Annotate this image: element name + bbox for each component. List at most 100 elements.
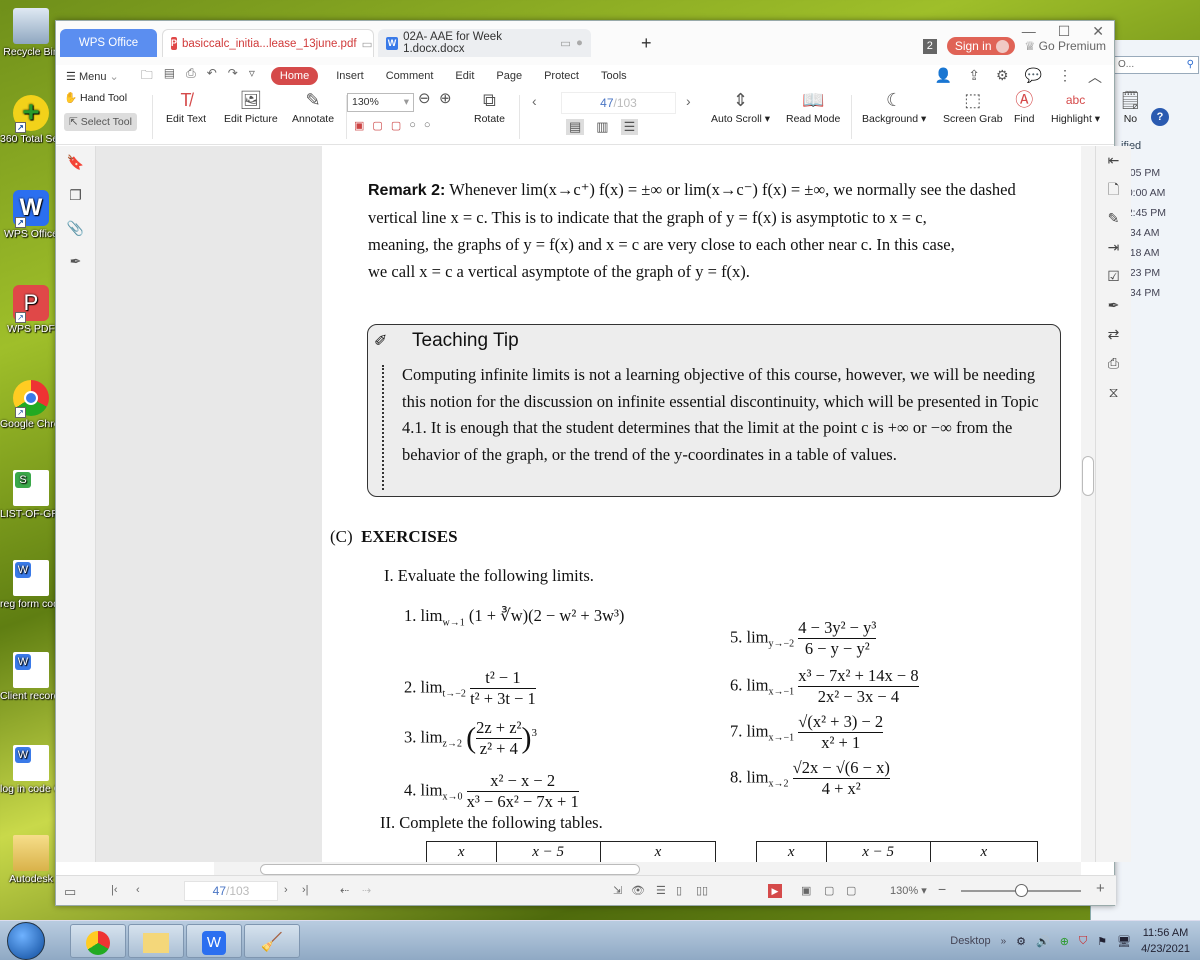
customize-dropdown-icon[interactable]: ▿ [249,66,255,87]
zoom-out-icon[interactable]: − [938,881,946,897]
rotate-left-icon[interactable]: ○ [409,119,416,132]
window-count-badge[interactable]: 2 [922,38,937,54]
redo-icon[interactable]: ↷ [228,66,238,87]
menu-tab-page[interactable]: Page [496,70,522,82]
tray-expand-icon[interactable]: » [1001,936,1007,947]
auto-scroll-button[interactable]: ⇕ Auto Scroll ▾ [711,87,770,125]
network-icon[interactable]: 🖥 [1117,935,1131,948]
more-options-icon[interactable]: ⋮ [1058,67,1072,87]
fit-width-icon[interactable]: ▢ [846,884,856,897]
security-tray-icon[interactable]: ⊕ [1060,935,1069,948]
print-icon[interactable]: ⎙ [186,66,196,87]
status-zoom-select[interactable]: 130% ▾ [890,884,927,897]
tab-wps-office[interactable]: WPS Office [60,29,157,57]
desktop-icon-autodesk[interactable]: Autodesk [0,835,62,885]
compress-icon[interactable]: ⧖ [1096,378,1131,407]
share-user-icon[interactable]: 👤 [935,67,952,87]
actual-size-icon[interactable]: ▣ [354,119,364,132]
screen-grab-button[interactable]: ⬚ Screen Grab [943,87,1003,125]
actual-size-icon[interactable]: ▣ [801,884,811,897]
previous-view-icon[interactable]: ⇠ [340,884,349,897]
compare-icon[interactable]: ⇄ [1096,320,1131,349]
menu-tab-protect[interactable]: Protect [544,70,579,82]
desktop-icon-recycle-bin[interactable]: Recycle Bin [0,8,62,58]
network-error-icon[interactable]: ⚙ [1016,935,1026,948]
attachment-icon[interactable]: 📎 [56,212,95,245]
zoom-select[interactable]: 130% ▾ [347,93,414,112]
annotate-button[interactable]: ✎ Annotate [292,87,334,125]
panel-toggle-icon[interactable]: ▭ [64,884,76,900]
collapse-ribbon-icon[interactable]: ︿ [1088,67,1102,87]
go-premium-button[interactable]: ♕ Go Premium [1025,39,1106,53]
vertical-scroll-thumb[interactable] [1082,456,1094,496]
edit-picture-button[interactable]: 🖼 Edit Picture [224,87,278,125]
menu-tab-edit[interactable]: Edit [455,70,474,82]
open-folder-icon[interactable]: 🗀 [141,66,153,87]
menu-tab-insert[interactable]: Insert [336,70,364,82]
desktop-icon-client-record[interactable]: W Client record Form [0,652,62,702]
sign-icon[interactable]: ✒ [1096,291,1131,320]
read-mode-button[interactable]: 📖 Read Mode [786,87,840,125]
export-pdf-icon[interactable]: ⇥ [1096,233,1131,262]
action-center-flag-icon[interactable]: ⚑ [1097,935,1107,948]
last-page-button[interactable]: ›| [302,884,309,896]
volume-icon[interactable]: 🔊 [1036,935,1050,948]
next-page-button[interactable]: › [284,884,288,896]
eye-protection-icon[interactable]: 👁 [631,884,645,897]
two-page-icon[interactable]: ▥ [596,119,608,135]
create-pdf-icon[interactable]: 🗋 [1096,175,1131,204]
first-page-button[interactable]: |‹ [111,884,118,896]
bookmark-icon[interactable]: 🔖 [56,146,95,179]
taskbar-file-explorer[interactable] [128,924,184,958]
signature-pen-icon[interactable]: ✒ [56,245,95,278]
collapse-panel-icon[interactable]: ⇤ [1096,146,1131,175]
fit-width-icon[interactable]: ▢ [391,119,401,132]
two-page-view-icon[interactable]: ▯▯ [696,884,708,897]
desktop-icon-wps-office[interactable]: W ↗ WPS Office [0,190,62,240]
background-button[interactable]: ☾ Background ▾ [862,87,926,125]
prev-page-button[interactable]: ‹ [532,93,537,109]
desktop-toolbar[interactable]: Desktop [950,935,990,947]
single-page-icon[interactable]: ▤ [566,119,585,135]
undo-icon[interactable]: ↶ [207,66,217,87]
desktop-icon-chrome[interactable]: ↗ Google Chrome [0,380,62,430]
zoom-in-icon[interactable]: + [1096,880,1105,897]
menu-tab-home[interactable]: Home [270,67,319,85]
rotate-button[interactable]: ⧉ Rotate [474,87,505,125]
zoom-slider[interactable] [961,884,1081,897]
single-page-view-icon[interactable]: ▯ [676,884,682,897]
desktop-icon-list-of-graduates[interactable]: S LIST-OF-GRADUATES [0,470,62,520]
save-icon[interactable]: ▤ [164,66,175,87]
explorer-search-input[interactable]: O... ⚲ [1113,56,1199,74]
prev-page-button[interactable]: ‹ [136,884,140,896]
taskbar-cleaner[interactable]: 🧹 [244,924,300,958]
fit-page-icon[interactable]: ▢ [372,119,382,132]
desktop-icon-wps-pdf[interactable]: P ↗ WPS PDF [0,285,62,335]
rotate-right-icon[interactable]: ○ [424,119,431,132]
horizontal-scrollbar[interactable] [214,862,1081,876]
shield-icon[interactable]: ⛉ [1079,935,1087,948]
continuous-scroll-icon[interactable]: ☰ [620,119,639,135]
next-page-button[interactable]: › [686,93,691,109]
sign-in-button[interactable]: Sign in [946,37,1015,55]
fit-page-icon[interactable]: ▢ [824,884,834,897]
note-button[interactable]: 🗒 No [1119,87,1142,125]
main-menu-button[interactable]: ☰ Menu ⌄ [66,70,119,83]
vertical-scrollbar[interactable] [1081,146,1095,862]
page-number-input[interactable]: 47/103 [561,92,676,114]
zoom-in-button[interactable]: ⊕ [439,89,452,107]
hand-tool-button[interactable]: ✋ Hand Tool [64,91,127,104]
start-button[interactable] [7,922,45,960]
horizontal-scroll-thumb[interactable] [260,864,640,875]
menu-tab-comment[interactable]: Comment [386,70,434,82]
zoom-slider-knob[interactable] [1015,884,1028,897]
play-slideshow-icon[interactable]: ▶ [768,884,782,898]
edit-pdf-icon[interactable]: ✎ [1096,204,1131,233]
next-view-icon[interactable]: ⇢ [362,884,371,897]
zoom-out-button[interactable]: ⊖ [418,89,431,107]
settings-gear-icon[interactable]: ⚙ [996,67,1009,87]
tab-docx-document[interactable]: W 02A- AAE for Week 1.docx.docx ▭ ● [378,29,591,57]
find-button[interactable]: Ⓐ Find [1014,87,1034,125]
share-icon[interactable]: ⇪ [968,67,980,87]
desktop-icon-log-in-code[interactable]: W log in code Copy [0,745,62,795]
